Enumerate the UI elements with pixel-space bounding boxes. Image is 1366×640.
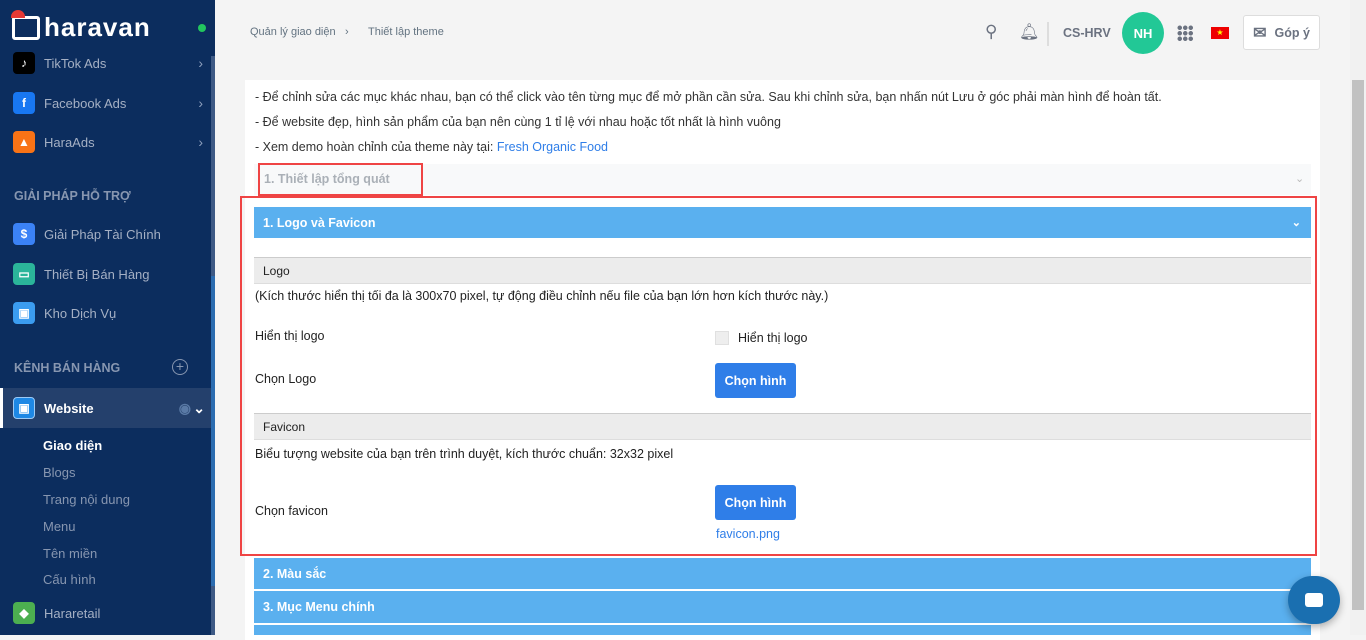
chevron-right-icon: › <box>198 95 203 111</box>
brand-text: haravan <box>44 12 151 42</box>
haraads-icon: ▲ <box>13 131 35 153</box>
sidebar-item-label: HaraAds <box>44 134 95 150</box>
apps-grid-icon[interactable] <box>1177 25 1193 41</box>
sidebar-item-haraads[interactable]: ▲ HaraAds › <box>0 124 211 160</box>
show-logo-label: Hiển thị logo <box>255 329 325 343</box>
sidebar-item-finance[interactable]: $ Giải Pháp Tài Chính <box>0 216 211 252</box>
tiktok-icon: ♪ <box>13 52 35 74</box>
section-colors[interactable]: 2. Màu sắc <box>254 558 1311 589</box>
intro-text: - Để website đẹp, hình sản phẩm của bạn … <box>255 115 781 129</box>
store-icon: ▭ <box>13 263 35 285</box>
breadcrumb-current: Thiết lập theme <box>368 26 444 38</box>
section-title: 2. Màu sắc <box>263 566 327 581</box>
breadcrumb-separator-icon: › <box>345 26 349 38</box>
breadcrumb-link[interactable]: Quản lý giao diện <box>250 26 336 38</box>
favicon-heading: Favicon <box>254 413 1311 440</box>
sidebar-scrollbar[interactable] <box>211 56 215 635</box>
vietnam-flag-icon[interactable]: ★ <box>1211 27 1229 39</box>
section-next[interactable] <box>254 625 1311 635</box>
finance-icon: $ <box>13 223 35 245</box>
tag-icon: ◆ <box>13 602 35 624</box>
store-name[interactable]: CS-HRV <box>1063 26 1111 40</box>
show-logo-checkbox[interactable] <box>715 331 729 345</box>
sidebar-item-label: Kho Dịch Vụ <box>44 305 117 321</box>
sidebar-item-label: Thiết Bị Bán Hàng <box>44 266 150 282</box>
chevron-right-icon: › <box>198 55 203 71</box>
sidebar-subitem-giao-dien[interactable]: Giao diện <box>43 438 102 453</box>
demo-link[interactable]: Fresh Organic Food <box>497 140 608 154</box>
chevron-down-icon[interactable]: ⌄ <box>1295 172 1304 185</box>
favicon-note: Biểu tượng website của bạn trên trình du… <box>255 447 674 461</box>
avatar[interactable]: NH <box>1122 12 1164 54</box>
section-main-menu[interactable]: 3. Mục Menu chính <box>254 591 1311 623</box>
sidebar-item-facebook-ads[interactable]: f Facebook Ads › <box>0 85 211 121</box>
logo-note: (Kích thước hiển thị tối đa là 300x70 pi… <box>255 289 829 303</box>
sidebar-item-label: Hararetail <box>44 605 101 621</box>
section-title: 1. Logo và Favicon <box>263 215 376 230</box>
sidebar-item-website[interactable]: ▣ Website ◉ ⌄ <box>0 388 211 428</box>
feedback-button[interactable]: ✉ Góp ý <box>1243 15 1320 50</box>
facebook-icon: f <box>13 92 35 114</box>
section-logo-favicon-header[interactable]: 1. Logo và Favicon ⌄ <box>254 207 1311 238</box>
sidebar-item-devices[interactable]: ▭ Thiết Bị Bán Hàng <box>0 256 211 292</box>
sidebar-item-label: Website <box>44 400 94 416</box>
chevron-down-icon[interactable]: ⌄ <box>193 400 205 417</box>
logo-heading: Logo <box>254 257 1311 284</box>
divider <box>1047 22 1049 46</box>
sidebar-item-label: TikTok Ads <box>44 55 107 71</box>
chat-button[interactable] <box>1288 576 1340 624</box>
choose-logo-label: Chọn Logo <box>255 372 317 386</box>
online-status-dot <box>198 24 206 32</box>
eye-icon[interactable]: ◉ <box>179 400 191 417</box>
choose-favicon-label: Chọn favicon <box>255 504 328 518</box>
chevron-right-icon: › <box>198 134 203 150</box>
sidebar: haravan ♪ TikTok Ads › f Facebook Ads › ▲ Har… <box>0 0 215 635</box>
favicon-file-link[interactable]: favicon.png <box>716 527 780 541</box>
choose-favicon-button[interactable]: Chọn hình <box>715 485 796 520</box>
intro-demo-text: - Xem demo hoàn chỉnh của theme này tại: <box>255 140 497 154</box>
sidebar-item-hararetail[interactable]: ◆ Hararetail <box>0 595 211 631</box>
haravan-logo[interactable]: haravan <box>11 9 151 43</box>
section-heading-channels: KÊNH BÁN HÀNG <box>14 361 121 375</box>
chevron-down-icon: ⌄ <box>1291 217 1301 229</box>
sidebar-subitem-menu[interactable]: Menu <box>43 519 76 534</box>
intro-text: - Để chỉnh sửa các mục khác nhau, bạn có… <box>255 90 1162 104</box>
section-heading-support: GIẢI PHÁP HỖ TRỢ <box>14 189 131 203</box>
section-title: 3. Mục Menu chính <box>263 600 375 614</box>
sidebar-item-label: Giải Pháp Tài Chính <box>44 226 161 242</box>
sidebar-item-services[interactable]: ▣ Kho Dịch Vụ <box>0 295 211 331</box>
sidebar-subitem-config[interactable]: Cấu hình <box>43 572 96 587</box>
gift-icon: ▣ <box>13 302 35 324</box>
sidebar-subitem-pages[interactable]: Trang nội dung <box>43 492 130 507</box>
page-scrollbar[interactable] <box>1350 0 1366 635</box>
show-logo-checkbox-label[interactable]: Hiển thị logo <box>738 331 808 345</box>
chat-icon <box>1305 593 1323 607</box>
intro-text: - Xem demo hoàn chỉnh của theme này tại:… <box>255 140 608 154</box>
bell-icon[interactable]: 🔔︎ <box>1019 22 1039 42</box>
website-icon: ▣ <box>13 397 35 419</box>
choose-logo-button[interactable]: Chọn hình <box>715 363 796 398</box>
sidebar-item-tiktok-ads[interactable]: ♪ TikTok Ads › <box>0 45 211 81</box>
sidebar-item-label: Facebook Ads <box>44 95 127 111</box>
sidebar-subitem-domain[interactable]: Tên miền <box>43 546 97 561</box>
search-icon[interactable]: ⚲ <box>985 22 997 42</box>
sidebar-subitem-blogs[interactable]: Blogs <box>43 465 76 480</box>
add-channel-icon[interactable]: + <box>172 359 188 375</box>
feedback-label: Góp ý <box>1274 25 1310 40</box>
highlight-box <box>258 163 423 196</box>
mail-icon: ✉ <box>1253 24 1267 42</box>
